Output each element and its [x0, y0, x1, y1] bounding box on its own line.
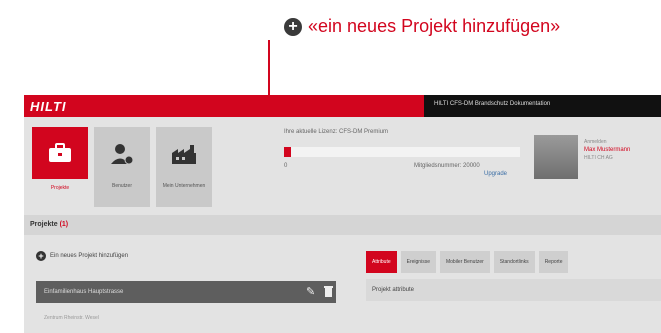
nav-tile-projects[interactable]: Projekte — [32, 127, 88, 207]
license-progress-fill — [284, 147, 292, 157]
progress-min-label: 0 — [284, 163, 288, 169]
member-number: Mitgliedsnummer: 20000 — [414, 163, 480, 169]
top-bar: HILTI HILTI CFS-DM Brandschutz Dokumenta… — [24, 95, 661, 117]
project-tabs: Attribute Ereignisse Mobiler Benutzer St… — [366, 251, 569, 273]
user-settings-icon — [111, 144, 134, 165]
edit-icon[interactable]: ✎ — [306, 285, 315, 298]
briefcase-icon — [49, 143, 71, 162]
tab-location-links[interactable]: Standortlinks — [493, 251, 535, 273]
plus-icon: + — [284, 17, 302, 36]
add-project-callout: + «ein neues Projekt hinzufügen» — [284, 16, 560, 37]
trash-icon[interactable] — [324, 285, 333, 297]
add-project-label: Ein neues Projekt hinzufügen — [50, 253, 129, 259]
tab-ereignisse[interactable]: Ereignisse — [400, 251, 436, 273]
projects-title: Projekte — [30, 221, 58, 228]
tab-attribute[interactable]: Attribute — [366, 251, 397, 273]
add-project-button[interactable]: + Ein neues Projekt hinzufügen — [36, 251, 128, 261]
brand-bar: HILTI — [24, 95, 424, 117]
license-text: Ihre aktuelle Lizenz: CFS-DM Premium — [284, 129, 389, 135]
tab-mobile-users[interactable]: Mobiler Benutzer — [439, 251, 490, 273]
plus-icon: + — [36, 251, 46, 261]
nav-tile-label: Projekte — [50, 185, 70, 191]
app-window: HILTI HILTI CFS-DM Brandschutz Dokumenta… — [24, 95, 661, 333]
upgrade-link[interactable]: Upgrade — [484, 171, 507, 177]
projects-header: Projekte (1) — [24, 215, 661, 235]
callout-text: «ein neues Projekt hinzufügen» — [308, 16, 561, 36]
project-name: Einfamilienhaus Hauptstrasse — [44, 289, 124, 295]
factory-icon — [172, 145, 196, 164]
attributes-panel: Projekt attribute — [366, 279, 661, 301]
user-role: Anmelden — [584, 139, 607, 145]
license-progress-bar — [284, 147, 520, 157]
main-nav: Projekte Benutzer Mein Unternehmen — [32, 127, 212, 207]
project-row[interactable]: Einfamilienhaus Hauptstrasse ✎ — [36, 281, 336, 303]
project-row-secondary[interactable]: Zentrum Rheinstr. Wesel — [44, 315, 99, 321]
nav-tile-label: Mein Unternehmen — [162, 183, 206, 189]
app-title: HILTI CFS-DM Brandschutz Dokumentation — [434, 101, 551, 107]
nav-tile-company[interactable]: Mein Unternehmen — [156, 127, 212, 207]
nav-tile-users[interactable]: Benutzer — [94, 127, 150, 207]
title-bar: HILTI CFS-DM Brandschutz Dokumentation — [424, 95, 661, 117]
avatar[interactable] — [534, 135, 578, 179]
user-name[interactable]: Max Mustermann — [584, 147, 630, 153]
tab-reports[interactable]: Reporte — [538, 251, 569, 273]
user-company: HILTI CH AG — [584, 155, 613, 161]
user-card: Anmelden Max Mustermann HILTI CH AG — [534, 135, 661, 185]
license-info: Ihre aktuelle Lizenz: CFS-DM Premium 0 M… — [284, 125, 524, 193]
projects-count: (1) — [59, 221, 69, 228]
nav-tile-label: Benutzer — [111, 183, 132, 189]
hilti-logo: HILTI — [30, 99, 67, 114]
panel-title: Projekt attribute — [372, 287, 415, 293]
